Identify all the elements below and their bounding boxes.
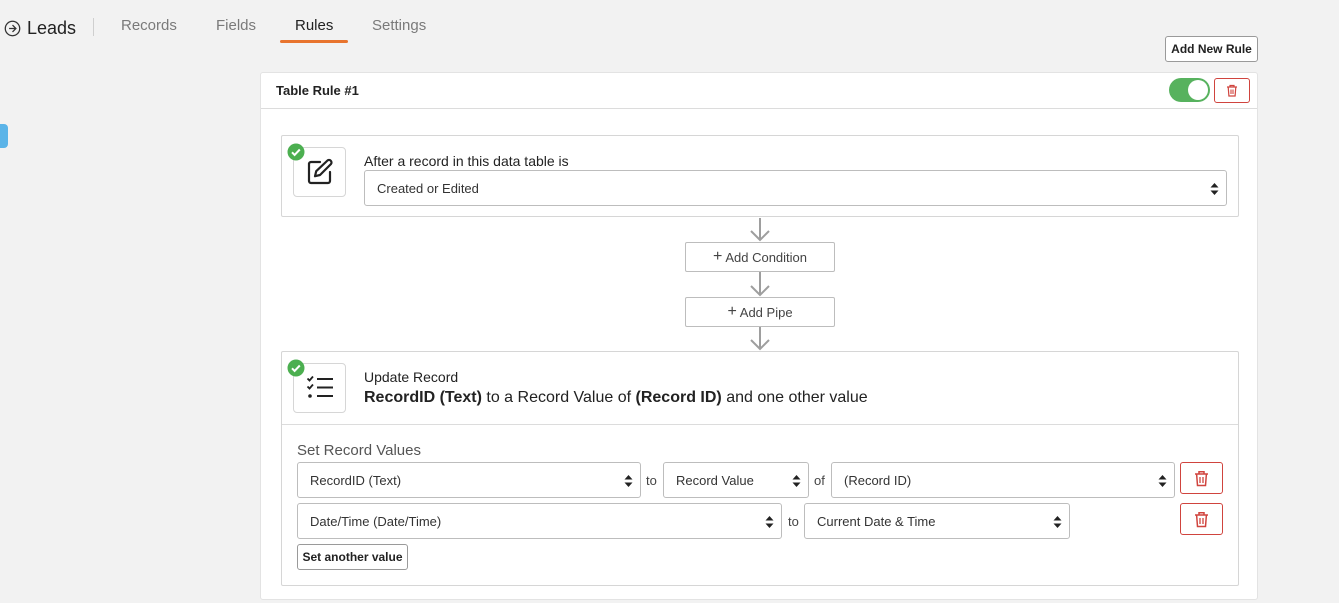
- rule-card: Table Rule #1 After a record in this dat…: [260, 72, 1258, 600]
- add-new-rule-button[interactable]: Add New Rule: [1165, 36, 1258, 62]
- sort-caret-icon: [1053, 516, 1062, 528]
- summary-field: RecordID (Text): [364, 389, 482, 406]
- row2-to-label: to: [788, 514, 799, 529]
- check-circle-icon: [287, 143, 305, 161]
- rule-title: Table Rule #1: [276, 83, 359, 98]
- tab-rules[interactable]: Rules: [295, 17, 333, 34]
- tab-records[interactable]: Records: [121, 17, 177, 34]
- row1-of-label: of: [814, 473, 825, 488]
- action-summary: RecordID (Text) to a Record Value of (Re…: [364, 389, 868, 407]
- rule-header: Table Rule #1: [261, 73, 1257, 109]
- plus-icon: +: [727, 303, 737, 320]
- plus-circle-icon: [4, 20, 21, 36]
- rule-enabled-toggle[interactable]: [1169, 78, 1210, 102]
- row1-field-select[interactable]: RecordID (Text): [297, 462, 641, 498]
- row1-field-value: RecordID (Text): [310, 472, 402, 488]
- active-tab-indicator: [280, 40, 348, 43]
- row2-field-select[interactable]: Date/Time (Date/Time): [297, 503, 782, 539]
- trash-icon: [1227, 84, 1237, 97]
- row2-type-select[interactable]: Current Date & Time: [804, 503, 1070, 539]
- row1-to-label: to: [646, 473, 657, 488]
- action-step: Update Record RecordID (Text) to a Recor…: [281, 351, 1239, 586]
- action-title: Update Record: [364, 369, 459, 385]
- flow-arrow-icon: [750, 272, 770, 297]
- toggle-knob: [1188, 80, 1208, 100]
- set-record-values-label: Set Record Values: [297, 442, 421, 459]
- trigger-label: After a record in this data table is: [364, 153, 569, 169]
- sort-caret-icon: [1210, 183, 1219, 195]
- trigger-step: After a record in this data table is Cre…: [281, 135, 1239, 217]
- trash-icon: [1195, 470, 1208, 486]
- flow-arrow-icon: [750, 218, 770, 242]
- edit-icon: [307, 158, 333, 185]
- tab-settings[interactable]: Settings: [372, 17, 426, 34]
- sort-caret-icon: [624, 475, 633, 487]
- add-pipe-label: Add Pipe: [739, 304, 793, 320]
- row1-type-value: Record Value: [676, 472, 754, 488]
- brand-divider: [93, 18, 94, 36]
- sort-caret-icon: [765, 516, 774, 528]
- tab-fields[interactable]: Fields: [216, 17, 256, 34]
- summary-text-2: and one other value: [721, 389, 868, 406]
- summary-value: (Record ID): [635, 389, 722, 406]
- action-divider: [282, 424, 1238, 425]
- flow-arrow-icon: [750, 327, 770, 351]
- check-circle-icon: [287, 359, 305, 377]
- rules-page: Leads Records Fields Rules Settings Add …: [0, 0, 1339, 603]
- row1-value-select[interactable]: (Record ID): [831, 462, 1175, 498]
- row1-type-select[interactable]: Record Value: [663, 462, 809, 498]
- row2-type-value: Current Date & Time: [817, 513, 936, 529]
- delete-rule-button[interactable]: [1214, 78, 1250, 103]
- plus-icon: +: [712, 248, 723, 265]
- set-another-value-button[interactable]: Set another value: [297, 544, 408, 570]
- add-condition-button[interactable]: + Add Condition: [685, 242, 835, 272]
- delete-row1-button[interactable]: [1180, 462, 1223, 494]
- row1-value: (Record ID): [844, 472, 912, 488]
- app-name: Leads: [27, 17, 77, 38]
- trigger-event-select[interactable]: Created or Edited: [364, 170, 1227, 206]
- delete-row2-button[interactable]: [1180, 503, 1223, 535]
- row2-field-value: Date/Time (Date/Time): [310, 513, 442, 529]
- trash-icon: [1195, 511, 1208, 527]
- checklist-icon: [306, 375, 333, 398]
- sort-caret-icon: [792, 475, 801, 487]
- app-brand[interactable]: Leads: [4, 16, 76, 40]
- sort-caret-icon: [1158, 475, 1167, 487]
- add-pipe-button[interactable]: + Add Pipe: [685, 297, 835, 327]
- add-condition-label: Add Condition: [725, 249, 807, 265]
- sidebar-expand-handle[interactable]: [0, 124, 8, 148]
- summary-text-1: to a Record Value of: [481, 389, 636, 406]
- trigger-event-value: Created or Edited: [377, 180, 479, 196]
